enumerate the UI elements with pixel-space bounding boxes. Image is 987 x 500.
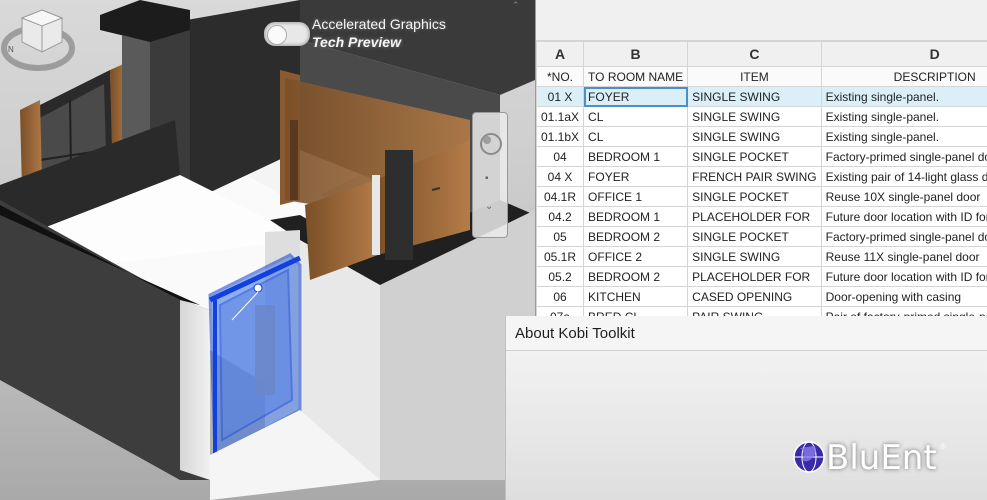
accelerated-graphics-toggle[interactable] — [264, 22, 310, 46]
table-row[interactable]: 05.2 BEDROOM 2 PLACEHOLDER FOR Future door … — [536, 266, 987, 287]
table-cell[interactable]: 04.2 — [536, 206, 585, 227]
table-cell[interactable]: 01.1aX — [536, 106, 585, 127]
schedule-toolbar — [536, 0, 987, 41]
table-cell[interactable]: Reuse 10X single-panel door — [820, 186, 987, 207]
door-schedule-panel[interactable]: A B C D *NO. TO ROOM NAME ITEM DESCRIPTI… — [535, 0, 987, 318]
steering-wheel-center — [483, 136, 491, 144]
3d-viewport[interactable]: Accelerated Graphics Tech Preview N ▪ ⌄ — [0, 0, 535, 500]
table-row[interactable]: 05 BEDROOM 2 SINGLE POCKET Factory-primed s… — [536, 226, 987, 247]
table-cell[interactable]: Existing single-panel. — [820, 86, 987, 107]
navigation-bar[interactable]: ▪ ⌄ — [472, 112, 508, 238]
column-letter-row: A B C D — [536, 41, 987, 67]
table-cell[interactable]: 01.1bX — [536, 126, 585, 147]
tech-preview-label: Tech Preview — [312, 34, 401, 50]
door-schedule-table[interactable]: A B C D *NO. TO ROOM NAME ITEM DESCRIPTI… — [536, 41, 987, 318]
table-cell[interactable]: Existing single-panel. — [820, 106, 987, 127]
column-letter[interactable]: B — [583, 41, 689, 67]
table-cell[interactable]: FOYER — [583, 166, 689, 187]
table-cell[interactable]: Future door location with ID for referen… — [820, 266, 987, 287]
column-header-description[interactable]: DESCRIPTION — [820, 66, 987, 87]
table-row[interactable]: 06 KITCHEN CASED OPENING Door-opening with … — [536, 286, 987, 307]
globe-icon — [793, 441, 825, 473]
table-cell[interactable]: Existing pair of 14-light glass doors. R… — [820, 166, 987, 187]
column-header-row: *NO. TO ROOM NAME ITEM DESCRIPTION — [536, 66, 987, 87]
table-cell[interactable]: BEDROOM 1 — [583, 146, 689, 167]
table-cell[interactable]: BEDROOM 2 — [583, 226, 689, 247]
table-cell[interactable]: BEDROOM 2 — [583, 266, 689, 287]
column-letter[interactable]: D — [820, 41, 987, 67]
column-header-no[interactable]: *NO. — [536, 66, 585, 87]
table-cell[interactable]: Reuse 11X single-panel door — [820, 246, 987, 267]
table-cell[interactable]: SINGLE SWING — [687, 126, 822, 147]
zoom-icon[interactable]: ▪ — [485, 173, 489, 184]
table-cell[interactable]: SINGLE POCKET — [687, 186, 822, 207]
table-cell[interactable]: SINGLE SWING — [687, 106, 822, 127]
table-cell[interactable]: KITCHEN — [583, 286, 689, 307]
table-cell[interactable]: Door-opening with casing — [820, 286, 987, 307]
table-cell[interactable]: SINGLE POCKET — [687, 146, 822, 167]
table-cell[interactable]: Factory-primed single-panel door with B — [820, 226, 987, 247]
table-row[interactable]: 05.1R OFFICE 2 SINGLE SWING Reuse 11X singl… — [536, 246, 987, 267]
table-cell[interactable]: PLACEHOLDER FOR — [687, 266, 822, 287]
table-cell[interactable]: 06 — [536, 286, 585, 307]
table-cell[interactable]: Factory-primed single-panel door with B — [820, 146, 987, 167]
scroll-up-icon[interactable]: ⌃ — [512, 0, 532, 10]
table-cell[interactable]: 04.1R — [536, 186, 585, 207]
table-cell[interactable]: 04 — [536, 146, 585, 167]
model-render — [0, 0, 535, 500]
table-cell[interactable]: SINGLE SWING — [687, 246, 822, 267]
column-letter[interactable]: A — [536, 41, 585, 67]
table-row[interactable]: 01.1bX CL SINGLE SWING Existing single-pane… — [536, 126, 987, 147]
table-cell[interactable]: CL — [583, 126, 689, 147]
table-row[interactable]: 04.1R OFFICE 1 SINGLE POCKET Reuse 10X sing… — [536, 186, 987, 207]
table-row[interactable]: 01 X FOYER SINGLE SWING Existing single-pan… — [536, 86, 987, 107]
column-letter[interactable]: C — [687, 41, 822, 67]
table-cell[interactable]: CASED OPENING — [687, 286, 822, 307]
table-row[interactable]: 04 X FOYER FRENCH PAIR SWING Existing pair … — [536, 166, 987, 187]
logo-wordmark: BluEnt — [826, 438, 937, 478]
table-row[interactable]: 04.2 BEDROOM 1 PLACEHOLDER FOR Future door … — [536, 206, 987, 227]
table-cell[interactable]: OFFICE 2 — [583, 246, 689, 267]
column-header-item[interactable]: ITEM — [687, 66, 822, 87]
column-header-room[interactable]: TO ROOM NAME — [583, 66, 689, 87]
table-cell[interactable]: BEDROOM 1 — [583, 206, 689, 227]
table-cell[interactable]: OFFICE 1 — [583, 186, 689, 207]
schedule-body: 01 X FOYER SINGLE SWING Existing single-pan… — [536, 86, 987, 318]
table-row[interactable]: 04 BEDROOM 1 SINGLE POCKET Factory-primed s… — [536, 146, 987, 167]
table-cell[interactable]: 05 — [536, 226, 585, 247]
table-cell[interactable]: PLACEHOLDER FOR — [687, 206, 822, 227]
table-cell[interactable]: FOYER — [583, 86, 689, 107]
table-cell[interactable]: Future door location with ID for referen… — [820, 206, 987, 227]
registered-mark: ® — [940, 442, 946, 451]
table-cell[interactable]: SINGLE SWING — [687, 86, 822, 107]
accelerated-graphics-title: Accelerated Graphics — [312, 16, 446, 32]
table-cell[interactable]: 05.1R — [536, 246, 585, 267]
table-cell[interactable]: SINGLE POCKET — [687, 226, 822, 247]
table-row[interactable]: 01.1aX CL SINGLE SWING Existing single-pane… — [536, 106, 987, 127]
chevron-down-icon[interactable]: ⌄ — [485, 201, 493, 212]
about-dialog-titlebar[interactable]: About Kobi Toolkit — [506, 316, 987, 351]
toggle-knob — [267, 25, 287, 45]
table-cell[interactable]: FRENCH PAIR SWING — [687, 166, 822, 187]
about-dialog-title: About Kobi Toolkit — [515, 325, 635, 342]
svg-text:N: N — [8, 45, 14, 54]
table-cell[interactable]: 05.2 — [536, 266, 585, 287]
viewcube-icon[interactable]: N — [0, 0, 78, 74]
table-cell[interactable]: 04 X — [536, 166, 585, 187]
table-cell[interactable]: Existing single-panel. — [820, 126, 987, 147]
accelerated-graphics-label: Accelerated Graphics Tech Preview — [312, 15, 446, 51]
table-cell[interactable]: CL — [583, 106, 689, 127]
table-cell[interactable]: 01 X — [536, 86, 585, 107]
